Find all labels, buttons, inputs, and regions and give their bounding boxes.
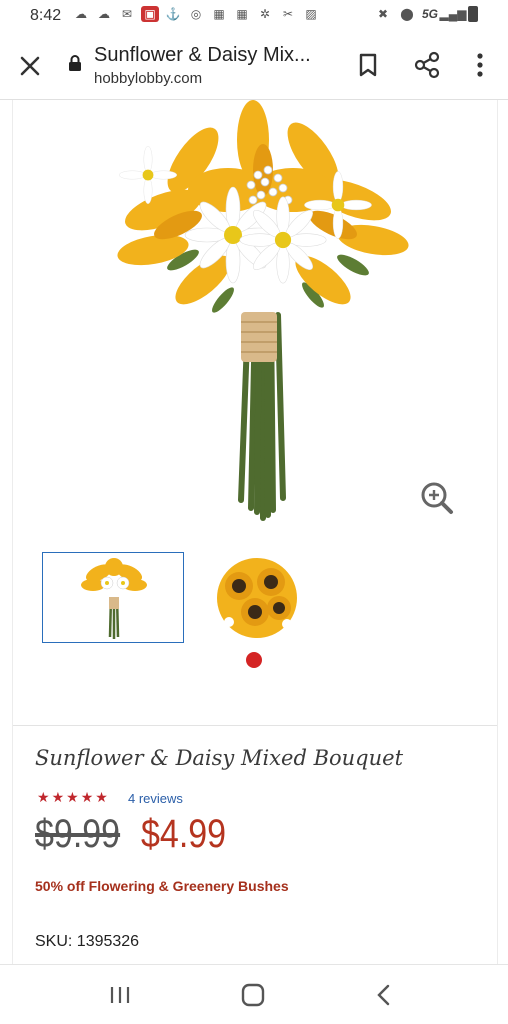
- tool-icon: ✂: [282, 7, 294, 21]
- gear-icon: ✲: [259, 7, 271, 21]
- product-image[interactable]: [83, 100, 423, 530]
- bookmark-icon[interactable]: [356, 52, 380, 78]
- star-icon: ★: [95, 789, 108, 805]
- divider: [13, 725, 497, 726]
- status-bar: 8:42 ☁ ☁ ✉ ▣ ⚓ ◎ ▦ ▦ ✲ ✂ ▨ ✖ ⬤ 5G ▂▄▆: [0, 0, 508, 32]
- product-title: Sunflower & Daisy Mixed Bouquet: [35, 746, 404, 770]
- zoom-in-icon[interactable]: [419, 480, 455, 516]
- home-icon[interactable]: [240, 982, 266, 1008]
- close-icon[interactable]: [16, 52, 44, 80]
- original-price: $9.99: [35, 812, 121, 856]
- mail-icon: ✉: [121, 7, 133, 21]
- network-type: 5G: [421, 7, 438, 21]
- notification-icons: ☁ ☁ ✉ ▣ ⚓ ◎ ▦ ▦ ✲ ✂ ▨: [72, 6, 320, 22]
- reviews-link[interactable]: 4 reviews: [128, 791, 183, 806]
- battery-icon: [468, 6, 478, 22]
- star-icon: ★: [80, 789, 94, 805]
- anchor-icon: ⚓: [165, 7, 181, 21]
- lock-icon: [69, 55, 81, 71]
- thumbnail-bouquet[interactable]: [42, 552, 184, 643]
- share-icon[interactable]: [412, 50, 442, 80]
- star-icon: ★: [51, 789, 65, 805]
- page-url[interactable]: hobbylobby.com: [94, 70, 202, 87]
- game-icon: ▦: [213, 7, 225, 21]
- thumbnail-bouquet-image: [81, 558, 147, 639]
- promo-text: 50% off Flowering & Greenery Bushes: [35, 878, 289, 894]
- star-icon: ★: [37, 789, 50, 805]
- star-rating[interactable]: ★ ★ ★ ★ ★: [37, 789, 108, 806]
- carousel-indicator[interactable]: [246, 652, 262, 668]
- system-icons: ✖ ⬤ 5G ▂▄▆: [374, 6, 478, 22]
- game-icon: ▦: [236, 7, 248, 21]
- recent-apps-icon[interactable]: [108, 985, 132, 1005]
- signal-icon: ▂▄▆: [439, 7, 467, 21]
- page-title[interactable]: Sunflower & Daisy Mix...: [94, 44, 311, 67]
- product-page: Sunflower & Daisy Mixed Bouquet ★ ★ ★ ★ …: [12, 100, 498, 964]
- browser-toolbar: Sunflower & Daisy Mix... hobbylobby.com: [0, 32, 508, 100]
- app-icon: ▣: [141, 6, 159, 22]
- mute-icon: ✖: [377, 7, 389, 21]
- sale-price: $4.99: [141, 812, 227, 856]
- thumbnail-sunflower-image: [217, 558, 297, 638]
- thumbnail-sunflower-bush[interactable]: [209, 552, 305, 643]
- cloud-icon: ☁: [98, 7, 110, 21]
- more-options-icon[interactable]: [470, 50, 490, 80]
- star-icon: ★: [66, 789, 79, 805]
- system-nav-bar: [0, 964, 508, 1024]
- status-time: 8:42: [30, 7, 62, 24]
- cloud-icon: ☁: [75, 7, 87, 21]
- camera-icon: ◎: [190, 7, 202, 21]
- back-icon[interactable]: [372, 982, 396, 1008]
- image-icon: ▨: [305, 7, 317, 21]
- sku-text: SKU: 1395326: [35, 933, 140, 950]
- location-icon: ⬤: [400, 7, 414, 21]
